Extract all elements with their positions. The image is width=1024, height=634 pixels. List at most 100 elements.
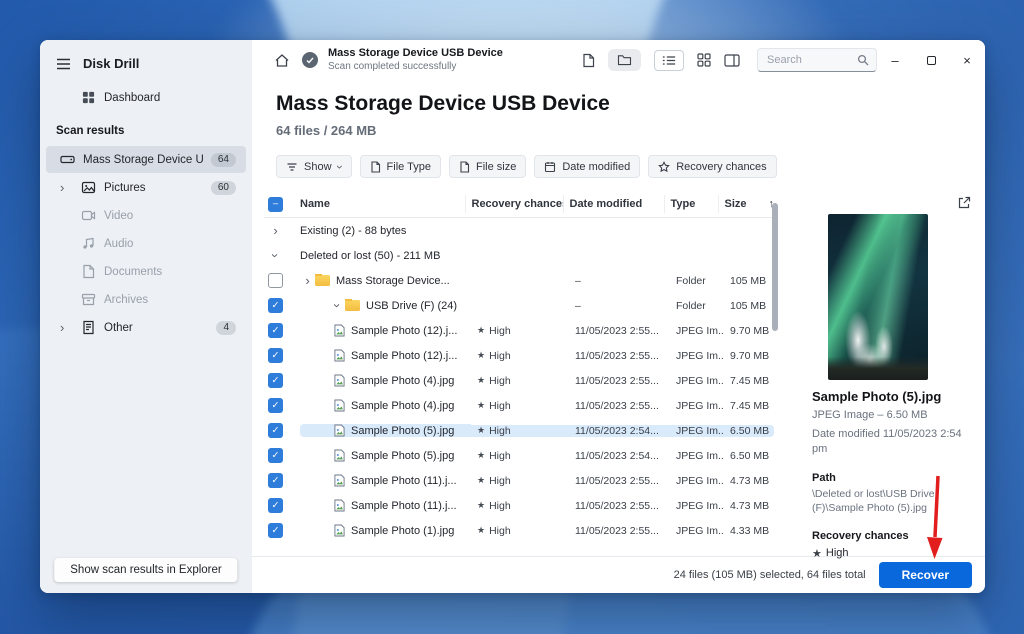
filter-recovery-chances-button[interactable]: Recovery chances: [648, 155, 777, 178]
table-row[interactable]: ✓Sample Photo (12).j...★High11/05/2023 2…: [264, 318, 774, 343]
column-header-recovery-chances[interactable]: Recovery chances: [465, 195, 563, 213]
column-header-type[interactable]: Type: [664, 195, 718, 213]
select-all-checkbox[interactable]: –: [268, 197, 283, 212]
star-icon: [658, 161, 670, 173]
sidebar-item-label: Pictures: [104, 182, 203, 194]
table-row[interactable]: ✓Sample Photo (11).j...★High11/05/2023 2…: [264, 493, 774, 518]
maximize-icon: [927, 56, 936, 65]
table-row[interactable]: ✓Sample Photo (4).jpg★High11/05/2023 2:5…: [264, 368, 774, 393]
row-checkbox[interactable]: ✓: [268, 298, 283, 313]
row-checkbox[interactable]: ✓: [268, 448, 283, 463]
table-header: – Name Recovery chances Date modified Ty…: [264, 191, 774, 218]
close-button[interactable]: ×: [949, 40, 985, 80]
filter-file-size-button[interactable]: File size: [449, 155, 526, 178]
folder-icon: [345, 300, 360, 311]
column-header-name[interactable]: Name: [300, 198, 465, 210]
row-checkbox[interactable]: ✓: [268, 323, 283, 338]
row-checkbox[interactable]: ✓: [268, 373, 283, 388]
hamburger-menu-icon[interactable]: [56, 58, 71, 70]
open-external-icon[interactable]: [957, 196, 971, 210]
table-row[interactable]: ✓Sample Photo (5).jpg★High11/05/2023 2:5…: [264, 443, 774, 468]
minimize-button[interactable]: –: [877, 40, 913, 80]
filter-file-type-button[interactable]: File Type: [360, 155, 441, 178]
row-name: Sample Photo (1).jpg: [351, 525, 454, 537]
file-list-area: Mass Storage Device USB Device 64 files …: [252, 80, 790, 556]
row-checkbox[interactable]: ✓: [268, 348, 283, 363]
row-recovery: ★High: [471, 525, 569, 537]
sidebar-item-other[interactable]: ›Other4: [46, 314, 246, 341]
filter-date-modified-button[interactable]: Date modified: [534, 155, 640, 178]
row-date: 11/05/2023 2:55...: [569, 500, 670, 512]
filter-show-button[interactable]: Show›: [276, 155, 352, 178]
table-row[interactable]: ›Existing (2) - 88 bytes: [264, 218, 774, 243]
filter-label: Date modified: [562, 161, 630, 173]
row-checkbox[interactable]: ✓: [268, 523, 283, 538]
list-view-button[interactable]: [654, 50, 684, 71]
row-checkbox[interactable]: ✓: [268, 498, 283, 513]
row-type: Folder: [670, 275, 724, 287]
titlebar-status: Scan completed successfully: [328, 61, 503, 73]
image-file-icon: [334, 424, 345, 437]
row-checkbox[interactable]: ✓: [268, 423, 283, 438]
table-row[interactable]: ✓Sample Photo (1).jpg★High11/05/2023 2:5…: [264, 518, 774, 543]
sidebar-item-dashboard[interactable]: Dashboard: [46, 84, 246, 111]
table-row[interactable]: ›Deleted or lost (50) - 211 MB: [264, 243, 774, 268]
row-checkbox[interactable]: [268, 273, 283, 288]
image-file-icon: [334, 399, 345, 412]
preview-image[interactable]: [828, 214, 928, 380]
sidebar-item-mass-storage-device-usb[interactable]: Mass Storage Device USB...64: [46, 146, 246, 173]
row-recovery: ★High: [471, 475, 569, 487]
file-icon: [370, 161, 381, 173]
table-row[interactable]: ✓Sample Photo (12).j...★High11/05/2023 2…: [264, 343, 774, 368]
row-date: –: [569, 300, 670, 312]
row-checkbox[interactable]: ✓: [268, 398, 283, 413]
column-header-date-modified[interactable]: Date modified: [563, 195, 664, 213]
new-file-icon[interactable]: [582, 53, 595, 68]
search-input[interactable]: [767, 54, 857, 66]
sidebar-item-documents[interactable]: Documents: [46, 258, 246, 285]
sidebar-item-archives[interactable]: Archives: [46, 286, 246, 313]
folder-view-button[interactable]: [608, 49, 641, 71]
row-name: Sample Photo (11).j...: [351, 475, 457, 487]
row-checkbox[interactable]: ✓: [268, 473, 283, 488]
sidebar: Disk Drill Dashboard Scan results Mass S…: [40, 40, 252, 593]
footer-bar: 24 files (105 MB) selected, 64 files tot…: [252, 556, 985, 593]
maximize-button[interactable]: [913, 40, 949, 80]
sidebar-item-label: Archives: [104, 294, 236, 306]
column-header-size[interactable]: Size: [718, 195, 768, 213]
disk-drill-window: Disk Drill Dashboard Scan results Mass S…: [40, 40, 985, 593]
row-date: 11/05/2023 2:55...: [569, 475, 670, 487]
star-icon: ★: [477, 500, 485, 511]
row-size: 6.50 MB: [724, 425, 774, 437]
calendar-icon: [544, 161, 556, 173]
scan-results-list: Mass Storage Device USB...64›Pictures60V…: [40, 146, 252, 341]
chevron-right-icon: ›: [268, 224, 283, 237]
archives-icon: [81, 292, 96, 307]
filter-label: File size: [476, 161, 516, 173]
table-row[interactable]: ✓Sample Photo (4).jpg★High11/05/2023 2:5…: [264, 393, 774, 418]
home-icon[interactable]: [274, 53, 290, 68]
scrollbar-thumb[interactable]: [772, 203, 778, 331]
table-row[interactable]: ✓Sample Photo (5).jpg★High11/05/2023 2:5…: [264, 418, 774, 443]
table-row[interactable]: ›Mass Storage Device...–Folder105 MB: [264, 268, 774, 293]
row-recovery: ★High: [471, 450, 569, 462]
row-type: JPEG Im...: [670, 350, 724, 362]
show-in-explorer-button[interactable]: Show scan results in Explorer: [54, 558, 237, 582]
search-box[interactable]: [757, 48, 877, 72]
grid-view-button[interactable]: [697, 53, 711, 67]
preview-filename: Sample Photo (5).jpg: [812, 389, 969, 404]
row-type: JPEG Im...: [670, 500, 724, 512]
sidebar-item-audio[interactable]: Audio: [46, 230, 246, 257]
star-icon: ★: [477, 475, 485, 486]
sidebar-item-video[interactable]: Video: [46, 202, 246, 229]
preview-date-modified: Date modified 11/05/2023 2:54 pm: [812, 427, 969, 457]
panel-view-button[interactable]: [724, 54, 740, 67]
filter-label: File Type: [387, 161, 431, 173]
row-size: 7.45 MB: [724, 400, 774, 412]
table-row[interactable]: ✓ Sample Photo (11).j... ★High11/05/2023 2…: [264, 468, 774, 493]
table-row[interactable]: ✓›USB Drive (F) (24)–Folder105 MB: [264, 293, 774, 318]
recover-button[interactable]: Recover: [879, 562, 972, 588]
sidebar-item-pictures[interactable]: ›Pictures60: [46, 174, 246, 201]
chevron-right-icon: ›: [60, 321, 73, 334]
filter-label: Recovery chances: [676, 161, 767, 173]
